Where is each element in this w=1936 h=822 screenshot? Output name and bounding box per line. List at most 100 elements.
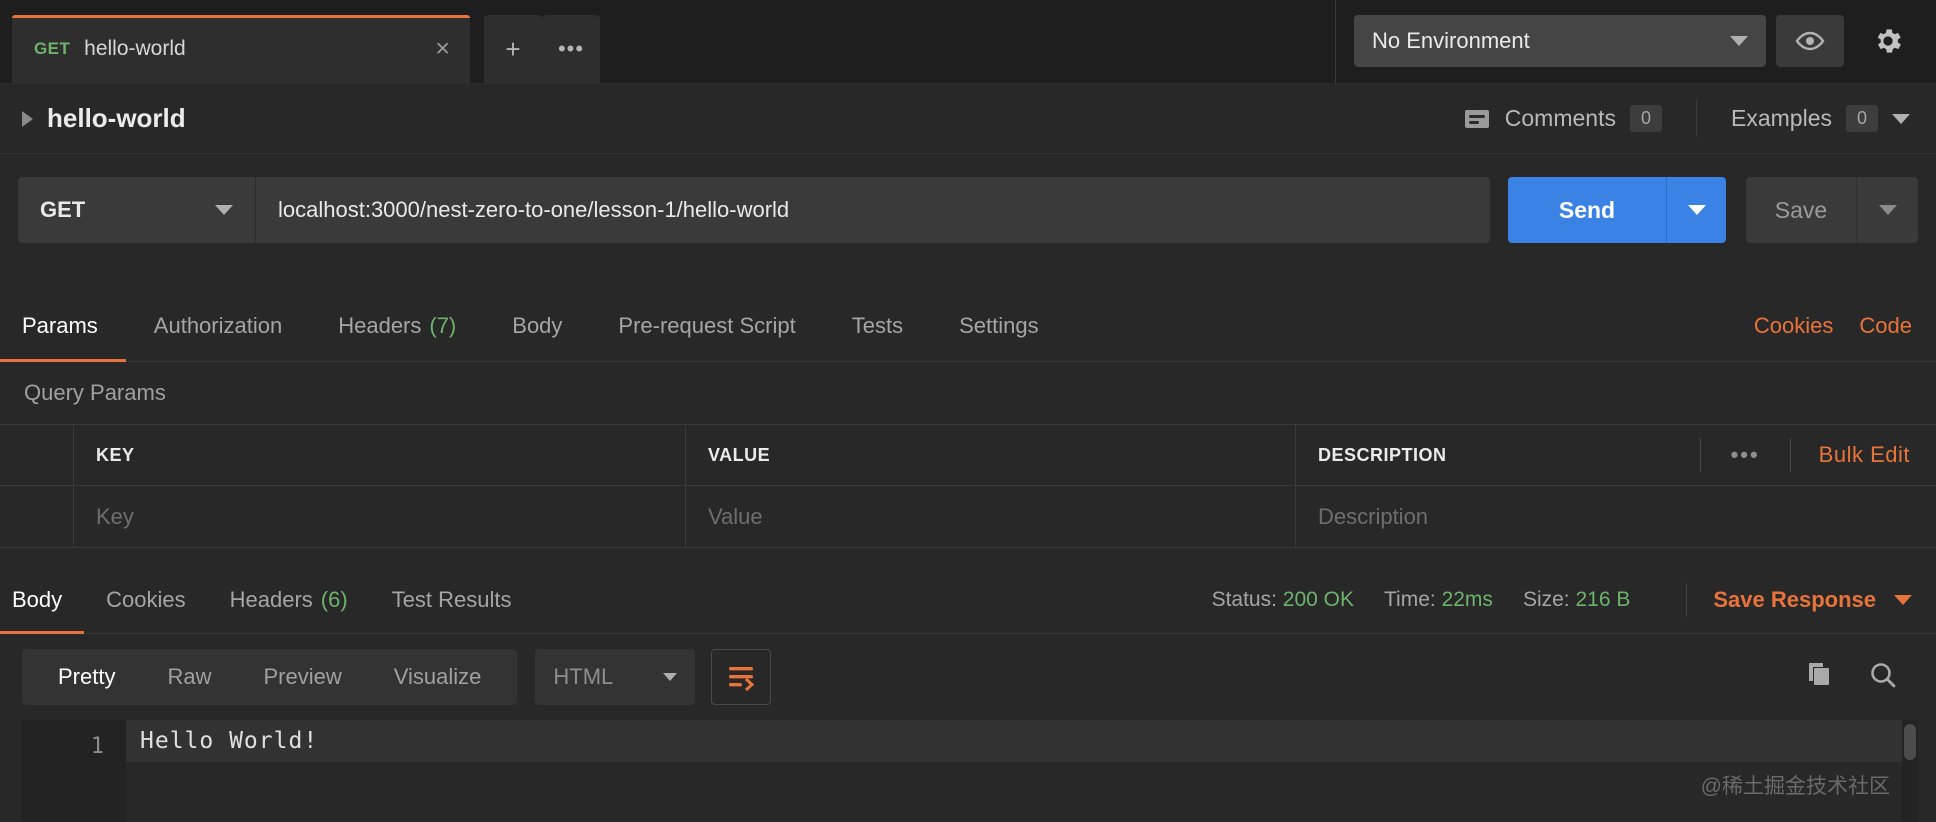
save-button[interactable]: Save [1746,177,1856,243]
query-params-section-label: Query Params [0,362,1936,424]
response-tab-test-results[interactable]: Test Results [370,566,534,634]
settings-button[interactable] [1854,15,1922,67]
size-value: 216 B [1575,588,1630,611]
chevron-down-icon [663,673,677,681]
vertical-scrollbar-thumb[interactable] [1904,724,1916,760]
vertical-scrollbar-track[interactable] [1902,720,1918,822]
word-wrap-button[interactable] [711,649,771,705]
close-tab-icon[interactable]: × [435,37,450,62]
time-label: Time: [1384,588,1436,611]
save-options-button[interactable] [1856,177,1918,243]
query-params-empty-row[interactable]: Key Value Description [0,486,1936,548]
comments-count-badge: 0 [1630,105,1662,132]
table-header-actions: ••• Bulk Edit [1700,438,1936,472]
comments-button[interactable]: Comments 0 [1463,105,1696,132]
table-more-options-icon[interactable]: ••• [1701,442,1790,468]
request-tabs-links: Cookies Code [1754,313,1936,339]
description-input[interactable]: Description [1296,486,1936,547]
time-stat[interactable]: Time: 22ms [1384,588,1493,612]
tab-title-label: hello-world [84,37,186,61]
response-tab-body-label: Body [12,587,62,613]
expand-collapse-icon[interactable] [22,111,33,127]
response-tab-headers-label: Headers [230,587,313,613]
url-row: GET localhost:3000/nest-zero-to-one/less… [0,154,1936,266]
response-view-switcher: Pretty Raw Preview Visualize [22,649,517,705]
chevron-down-icon [215,205,233,215]
send-options-button[interactable] [1666,177,1726,243]
column-header-key: KEY [74,425,686,485]
status-stat[interactable]: Status: 200 OK [1212,588,1354,612]
size-stat[interactable]: Size: 216 B [1523,588,1630,612]
tab-bar: GET hello-world × + ••• No Environment [0,0,1936,84]
tab-params-label: Params [22,313,98,339]
word-wrap-icon [726,663,756,691]
gear-icon [1872,25,1904,57]
request-tab-hello-world[interactable]: GET hello-world × [12,15,470,83]
view-raw[interactable]: Raw [141,664,237,690]
code-link[interactable]: Code [1859,313,1912,339]
tab-settings[interactable]: Settings [931,290,1067,362]
tab-settings-label: Settings [959,313,1039,339]
column-header-value: VALUE [686,425,1296,485]
tab-pre-request-script-label: Pre-request Script [618,313,795,339]
response-tab-body[interactable]: Body [0,566,84,634]
stats-divider [1686,583,1687,617]
tab-pre-request-script[interactable]: Pre-request Script [590,290,823,362]
key-input[interactable]: Key [74,486,686,547]
copy-icon [1804,660,1834,690]
save-group: Save [1746,177,1918,243]
save-response-button[interactable]: Save Response [1713,587,1936,613]
tab-body-label: Body [512,313,562,339]
column-header-description-cell: DESCRIPTION ••• Bulk Edit [1296,425,1936,485]
examples-label: Examples [1731,105,1832,132]
view-preview[interactable]: Preview [237,664,367,690]
tab-headers[interactable]: Headers (7) [310,290,484,362]
search-button[interactable] [1868,660,1898,695]
environment-selector[interactable]: No Environment [1354,15,1766,67]
copy-button[interactable] [1804,660,1834,695]
send-button[interactable]: Send [1508,177,1666,243]
send-group: Send [1508,177,1726,243]
cookies-link[interactable]: Cookies [1754,313,1833,339]
chevron-down-icon [1879,205,1897,215]
http-method-label: GET [40,197,85,223]
breadcrumb[interactable]: hello-world [0,103,186,134]
response-code-area[interactable]: Hello World! [126,720,1918,822]
status-value: 200 OK [1283,588,1354,611]
bulk-edit-link[interactable]: Bulk Edit [1791,442,1910,468]
save-response-label: Save Response [1713,587,1876,613]
environment-zone: No Environment [1336,0,1936,83]
examples-button[interactable]: Examples 0 [1697,105,1910,132]
tab-authorization-label: Authorization [154,313,282,339]
http-method-selector[interactable]: GET [18,177,256,243]
tab-body[interactable]: Body [484,290,590,362]
row-checkbox-gutter[interactable] [0,486,74,547]
table-checkbox-gutter [0,425,74,485]
column-header-description: DESCRIPTION [1318,445,1447,466]
tab-params[interactable]: Params [0,290,126,362]
tab-bar-spacer [600,0,1336,83]
url-input[interactable]: localhost:3000/nest-zero-to-one/lesson-1… [256,177,1490,243]
new-tab-button[interactable]: + [484,15,542,83]
request-header-row: hello-world Comments 0 Examples 0 [0,84,1936,154]
search-icon [1868,660,1898,690]
chevron-down-icon [1894,595,1912,605]
view-visualize[interactable]: Visualize [368,664,508,690]
tab-tests[interactable]: Tests [824,290,931,362]
value-input[interactable]: Value [686,486,1296,547]
eye-icon [1795,31,1825,51]
chevron-down-icon[interactable] [1892,114,1910,124]
tab-options-icon[interactable]: ••• [542,15,600,83]
environment-quick-look-button[interactable] [1776,15,1844,67]
response-tab-cookies[interactable]: Cookies [84,566,207,634]
tab-authorization[interactable]: Authorization [126,290,310,362]
tab-method-label: GET [34,39,70,59]
response-body-viewer: 1 Hello World! @稀土掘金技术社区 [0,720,1936,822]
view-pretty[interactable]: Pretty [32,664,141,690]
response-body-toolbar: Pretty Raw Preview Visualize HTML [0,634,1936,720]
response-tab-headers[interactable]: Headers (6) [208,566,370,634]
size-label: Size: [1523,588,1570,611]
comment-icon [1463,107,1491,131]
response-format-selector[interactable]: HTML [535,649,695,705]
response-body-tools [1804,660,1914,695]
